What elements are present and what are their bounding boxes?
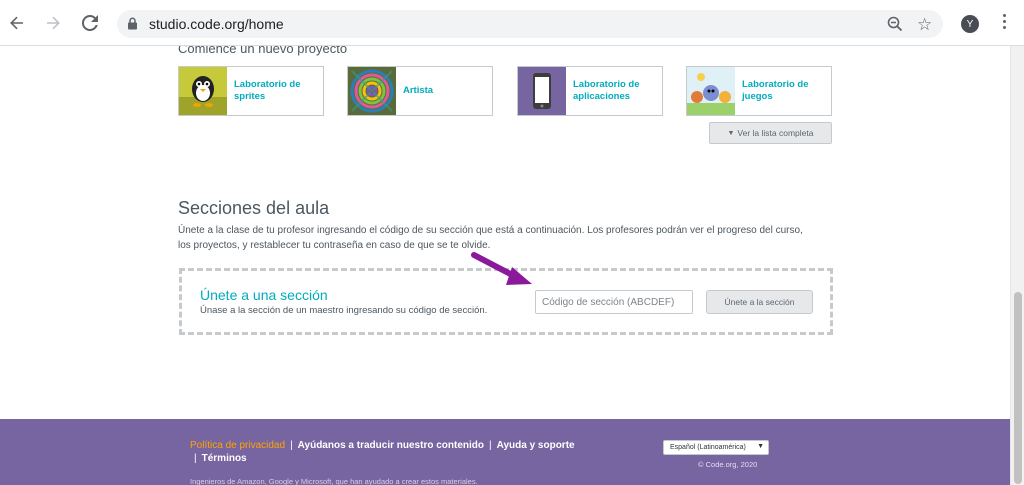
language-select-value: Español (Latinoamérica) — [670, 444, 746, 451]
dropdown-arrow-icon: ▼ — [757, 443, 764, 450]
privacy-policy-link[interactable]: Política de privacidad — [190, 440, 285, 451]
forward-button[interactable] — [43, 13, 63, 33]
view-full-list-button[interactable]: ▼ Ver la lista completa — [709, 122, 832, 144]
project-card-game-lab[interactable]: Laboratorio de juegos — [686, 66, 832, 116]
game-lab-icon — [687, 67, 735, 115]
browser-toolbar: studio.code.org/home ☆ Y — [0, 0, 1024, 46]
section-code-input[interactable] — [535, 290, 693, 314]
sprite-lab-icon — [179, 67, 227, 115]
footer-separator: | — [489, 440, 492, 451]
address-bar[interactable]: studio.code.org/home ☆ — [117, 10, 943, 38]
app-lab-icon — [518, 67, 566, 115]
site-footer: Política de privacidad | Ayúdanos a traduc… — [0, 419, 1010, 485]
project-card-label: Artista — [403, 85, 434, 96]
sections-title: Secciones del aula — [178, 198, 330, 218]
project-card-app-lab[interactable]: Laboratorio de aplicaciones — [517, 66, 663, 116]
footer-note: Ingenieros de Amazon, Google y Microsoft… — [190, 477, 478, 485]
reload-icon — [82, 15, 98, 31]
projects-heading: Comience un nuevo proyecto — [178, 46, 348, 56]
zoom-out-icon[interactable] — [887, 16, 903, 32]
project-card-artist[interactable]: Artista — [347, 66, 493, 116]
footer-separator: | — [290, 440, 293, 451]
page-content: Comience un nuevo proyecto Laboratorio d… — [0, 46, 1010, 485]
join-section-button[interactable]: Únete a la sección — [706, 290, 813, 314]
project-card-sprite-lab[interactable]: Laboratorio de sprites — [178, 66, 324, 116]
back-arrow-icon — [10, 16, 23, 30]
footer-separator: | — [194, 453, 197, 464]
join-section-title: Únete a una sección — [200, 287, 328, 303]
copyright-text: © Code.org, 2020 — [698, 460, 758, 469]
reload-button[interactable] — [80, 13, 100, 33]
project-card-label: Laboratorio de juegos — [742, 79, 809, 102]
page-scrollbar[interactable] — [1010, 46, 1024, 485]
scrollbar-thumb[interactable] — [1014, 292, 1022, 484]
project-card-label: Laboratorio de sprites — [234, 79, 301, 102]
bookmark-star-icon[interactable]: ☆ — [917, 15, 932, 35]
language-select[interactable]: Español (Latinoamérica) ▼ — [663, 440, 769, 455]
url-text: studio.code.org/home — [149, 16, 284, 32]
caret-down-icon: ▼ — [727, 129, 735, 137]
browser-menu-icon[interactable] — [1000, 14, 1008, 34]
view-full-list-label: Ver la lista completa — [737, 128, 814, 138]
artist-icon — [348, 67, 396, 115]
annotation-arrow-icon — [471, 252, 532, 285]
join-section-subtitle: Únase a la sección de un maestro ingresa… — [200, 305, 488, 316]
profile-avatar[interactable]: Y — [961, 15, 979, 33]
translate-link[interactable]: Ayúdanos a traducir nuestro contenido — [298, 440, 484, 451]
help-support-link[interactable]: Ayuda y soporte — [497, 440, 575, 451]
footer-links: Política de privacidad | Ayúdanos a traduc… — [190, 439, 610, 465]
terms-link[interactable]: Términos — [202, 453, 247, 464]
forward-arrow-icon — [47, 16, 60, 30]
lock-icon — [128, 17, 137, 30]
project-card-label: Laboratorio de aplicaciones — [573, 79, 640, 102]
back-button[interactable] — [7, 13, 27, 33]
